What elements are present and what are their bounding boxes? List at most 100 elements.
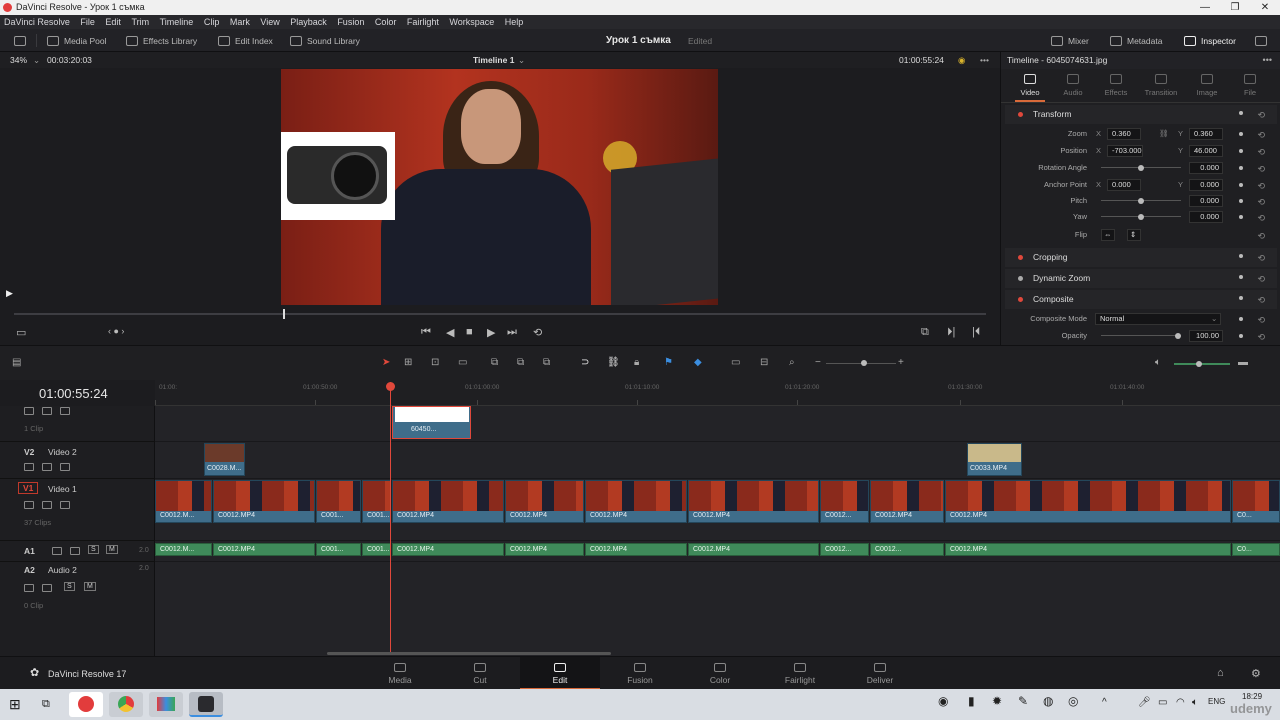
v1-clip[interactable]: C0012.MP4 (688, 480, 819, 523)
expand-icon[interactable] (1255, 33, 1272, 49)
link-icon[interactable]: ⛓ (1159, 126, 1169, 142)
viewer-mode-icon[interactable]: ▭ (16, 326, 26, 339)
slider-knob[interactable] (1138, 213, 1144, 220)
linked-selection-icon[interactable]: ⛓ (607, 357, 620, 368)
menu-fusion[interactable]: Fusion (337, 17, 364, 27)
menu-help[interactable]: Help (505, 17, 524, 27)
dynamic-trim-icon[interactable]: ⊡ (431, 357, 439, 368)
slider-knob[interactable] (1138, 164, 1144, 171)
tray-ftp-icon[interactable]: ✹ (992, 694, 1002, 708)
timeline-playhead[interactable] (386, 382, 395, 652)
rotation-field[interactable]: 0.000 (1189, 162, 1223, 174)
volume-icon[interactable]: 🔈︎ (1155, 357, 1161, 368)
a1-clip[interactable]: C0012.MP4 (392, 543, 504, 556)
keyframe-dot[interactable] (1239, 132, 1243, 136)
chevron-down-icon[interactable]: ⌄ (33, 52, 40, 68)
selection-tool-icon[interactable]: ➤ (382, 357, 390, 368)
page-media[interactable]: Media (360, 657, 440, 690)
task-view-icon[interactable]: ⧉ (42, 698, 50, 711)
v1-clip[interactable]: C001... (316, 480, 361, 523)
a1-clip[interactable]: C0012... (820, 543, 869, 556)
position-y-field[interactable]: 46.000 (1189, 145, 1223, 157)
menu-davinci[interactable]: DaVinci Resolve (4, 17, 70, 27)
menu-mark[interactable]: Mark (230, 17, 250, 27)
viewer-options-icon[interactable]: ••• (980, 52, 989, 68)
chrome-like-app-icon[interactable] (109, 692, 143, 717)
a1-clip[interactable]: C0012... (870, 543, 944, 556)
tab-audio[interactable]: Audio (1050, 69, 1096, 97)
tray-wifi-icon[interactable]: ◠ (1176, 697, 1185, 708)
a1-clip[interactable]: C0012.MP4 (505, 543, 584, 556)
playhead-handle[interactable] (386, 382, 395, 391)
v1-clip[interactable]: C0012.MP4 (870, 480, 944, 523)
sound-library-button[interactable]: Sound Library (290, 33, 360, 49)
lock-track-icon[interactable] (24, 584, 34, 592)
flip-horizontal-icon[interactable]: ⇔ (1101, 229, 1115, 241)
yandex-browser-icon[interactable] (69, 692, 103, 717)
mixer-button[interactable]: Mixer (1051, 33, 1089, 49)
blade-tool-icon[interactable]: ▭ (458, 357, 467, 368)
keyframe-dot[interactable] (1239, 111, 1243, 115)
auto-select-icon[interactable] (42, 407, 52, 415)
reset-icon[interactable]: ⟲ (1257, 178, 1265, 194)
auto-select-icon[interactable] (70, 547, 80, 555)
snapping-icon[interactable]: ⊃ (581, 357, 589, 368)
jog-icon[interactable]: ‹ ● › (108, 326, 124, 336)
play-overlay-icon[interactable]: ▶ (6, 288, 13, 299)
tray-speaker-icon[interactable]: 🔈︎ (1192, 697, 1198, 708)
loop-icon[interactable]: ⟲ (533, 326, 542, 339)
next-edit-icon[interactable]: ⏵| (947, 326, 955, 339)
keyframe-dot[interactable] (1239, 275, 1243, 279)
menu-file[interactable]: File (80, 17, 95, 27)
tray-clock[interactable]: 18:29 (1242, 692, 1262, 701)
menu-edit[interactable]: Edit (105, 17, 121, 27)
v1-clip[interactable]: C0... (1232, 480, 1280, 523)
menu-playback[interactable]: Playback (290, 17, 327, 27)
v1-clip[interactable]: C0012.MP4 (392, 480, 504, 523)
viewer-scrubber[interactable] (14, 309, 986, 319)
effects-library-button[interactable]: Effects Library (126, 33, 197, 49)
flag-icon[interactable]: ⚑ (664, 357, 673, 368)
maximize-button[interactable]: ❐ (1220, 0, 1250, 15)
v2-clip[interactable]: C0028.M... (204, 443, 245, 476)
timeline-ruler[interactable]: 01:00: 01:00:50:00 01:01:00:00 01:01:10:… (155, 380, 1280, 406)
page-fusion[interactable]: Fusion (600, 657, 680, 690)
keyframe-dot[interactable] (1239, 166, 1243, 170)
v1-clip[interactable]: C0012.MP4 (213, 480, 315, 523)
reset-icon[interactable]: ⟲ (1257, 127, 1265, 143)
last-frame-icon[interactable]: ⏭ (507, 326, 517, 339)
home-icon[interactable]: ⌂ (1217, 667, 1224, 679)
section-transform[interactable]: Transform ⟲ (1005, 105, 1277, 124)
solo-button[interactable]: S (88, 545, 99, 554)
prev-edit-icon[interactable]: |⏴ (972, 326, 980, 339)
tray-battery-icon[interactable]: ▭ (1158, 697, 1167, 708)
v1-clip[interactable]: C0012.MP4 (945, 480, 1231, 523)
track-enable-icon[interactable] (60, 407, 70, 415)
auto-select-icon[interactable] (42, 463, 52, 471)
slider-knob[interactable] (1196, 361, 1202, 367)
v2-clip[interactable]: C0033.MP4 (967, 443, 1022, 476)
replace-clip-icon[interactable]: ⧉ (543, 357, 550, 368)
a1-clip[interactable]: C0012.MP4 (213, 543, 315, 556)
reset-icon[interactable]: ⟲ (1257, 194, 1265, 210)
reset-icon[interactable]: ⟲ (1257, 161, 1265, 177)
a1-clip[interactable]: C0012.MP4 (585, 543, 687, 556)
davinci-taskbar-icon[interactable] (189, 692, 223, 717)
pitch-field[interactable]: 0.000 (1189, 195, 1223, 207)
tab-image[interactable]: Image (1184, 69, 1230, 97)
keyframe-dot[interactable] (1239, 149, 1243, 153)
play-icon[interactable]: ▶ (487, 326, 495, 339)
menu-trim[interactable]: Trim (131, 17, 149, 27)
solo-button[interactable]: S (64, 582, 75, 591)
photo-app-icon[interactable] (149, 692, 183, 717)
tray-mic-icon[interactable]: 🎤︎ (1138, 697, 1151, 708)
chevron-down-icon[interactable]: ⌄ (1211, 311, 1217, 327)
menu-view[interactable]: View (260, 17, 279, 27)
timeline-tracks[interactable]: 60450... C0028.M... C0033.MP4 C0012.M...… (155, 406, 1280, 656)
timeline-scrollbar[interactable] (327, 652, 611, 655)
sync-icon[interactable]: ◉ (958, 52, 965, 68)
tab-video[interactable]: Video (1007, 69, 1053, 102)
a1-clip[interactable]: C0012.MP4 (945, 543, 1231, 556)
yaw-slider[interactable] (1101, 213, 1181, 220)
page-deliver[interactable]: Deliver (840, 657, 920, 690)
